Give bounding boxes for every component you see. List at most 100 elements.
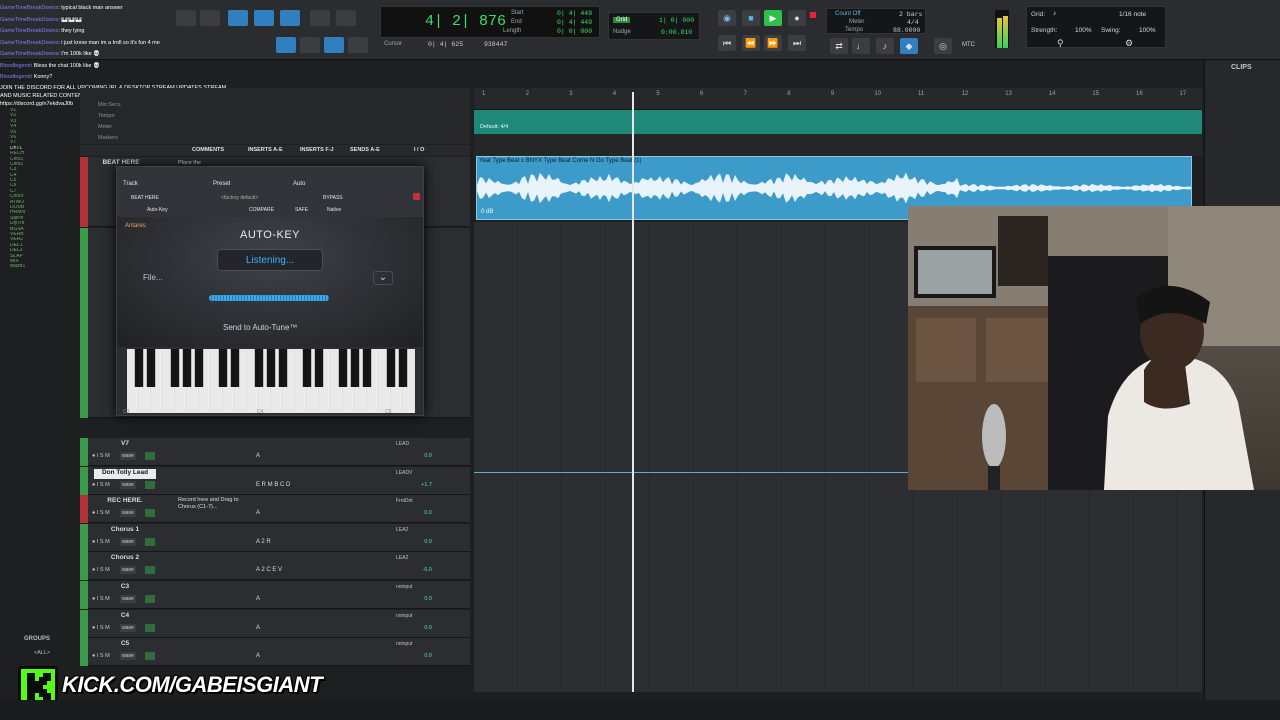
online-icon[interactable]: ◉ <box>718 10 736 26</box>
track-input[interactable]: noinput <box>396 584 432 590</box>
black-key[interactable] <box>386 349 396 387</box>
track-volume[interactable]: 0.0 <box>396 596 432 602</box>
end-button[interactable]: ⏭ <box>788 35 806 51</box>
track-view-select[interactable]: wave <box>120 595 136 603</box>
tempo-value[interactable]: 88.0000 <box>893 27 920 34</box>
track-inserts[interactable]: A <box>256 510 260 516</box>
track-view-select[interactable]: wave <box>120 537 136 546</box>
track-input[interactable]: LEA2 <box>396 555 432 561</box>
track-input[interactable]: noinput <box>396 613 432 619</box>
track-timebase-icon[interactable] <box>145 480 155 489</box>
chat-username[interactable]: GameTimeBreakDowns <box>0 5 58 11</box>
black-key[interactable] <box>218 349 228 387</box>
track-volume[interactable]: 0.0 <box>396 539 432 545</box>
start-value[interactable]: 0| 4| 449 <box>557 10 592 17</box>
grid-value[interactable]: 1| 0| 000 <box>659 17 694 24</box>
grid-nudge-box[interactable]: Grid 1| 0| 000 Nudge 0:00.010 <box>608 12 700 40</box>
track-row[interactable]: Chorus 2 ● I S M wave A 2 C E V LEA2 -6.0 <box>80 552 470 581</box>
track-view-select[interactable]: wave <box>120 566 136 575</box>
track-comment[interactable]: Record here and Drag to Chorus (C1-7)... <box>178 497 248 511</box>
online-sync-icon[interactable]: ◎ <box>934 38 952 54</box>
black-key[interactable] <box>350 349 360 387</box>
strength-value[interactable]: 100% <box>1075 27 1092 34</box>
track-row[interactable]: Don Tolly Lead ● I S M wave E R M B C D LEAD… <box>80 466 470 495</box>
tempo-ruler[interactable]: Default: 4/4 <box>474 110 1202 134</box>
metronome-icon[interactable]: ♩ <box>852 38 870 54</box>
send-to-autotune-button[interactable]: Send to Auto-Tune™ <box>223 323 297 332</box>
piano-keyboard[interactable] <box>127 349 415 413</box>
end-value[interactable]: 0| 4| 449 <box>557 19 592 26</box>
chat-username[interactable]: GameTimeBreakDowns <box>0 28 58 34</box>
midi-icon[interactable]: ♪ <box>876 38 894 54</box>
track-timebase-icon[interactable] <box>145 537 155 546</box>
file-button[interactable]: File... <box>143 273 163 282</box>
track-timebase-icon[interactable] <box>145 623 155 632</box>
track-row[interactable]: C5 ● I S M wave Anoinput 0.0 <box>80 638 470 667</box>
track-rsm-buttons[interactable]: ● I S M <box>92 596 110 602</box>
plugin-insert-select[interactable]: Auto-Key <box>147 207 168 213</box>
track-pan[interactable] <box>436 527 464 547</box>
track-name[interactable]: Don Tolly Lead <box>94 468 156 479</box>
rtz-button[interactable]: ⏮ <box>718 35 736 51</box>
pencil-tool-icon[interactable] <box>336 10 356 26</box>
inserts-ae-header[interactable]: INSERTS A-E <box>248 147 283 153</box>
nudge-label[interactable]: Nudge <box>613 29 631 35</box>
scrubber-tool-icon[interactable] <box>310 10 330 26</box>
black-key[interactable] <box>146 349 156 387</box>
qgrid-value[interactable]: 1/16 note <box>1119 11 1146 18</box>
track-rsm-buttons[interactable]: ● I S M <box>92 510 110 516</box>
black-key[interactable] <box>230 349 240 387</box>
black-key[interactable] <box>170 349 180 387</box>
groups-all-item[interactable]: <ALL> <box>34 650 50 656</box>
chat-username[interactable]: Bloodlegend <box>0 63 31 69</box>
record-button[interactable]: ● <box>788 10 806 26</box>
track-name[interactable]: Chorus 2 <box>94 554 156 564</box>
track-name[interactable]: C3 <box>94 583 156 593</box>
plugin-preset-select[interactable]: <factory default> <box>221 195 258 201</box>
track-pan[interactable] <box>436 555 464 575</box>
track-input[interactable]: LEA2 <box>396 527 432 533</box>
track-input[interactable]: LEAD <box>396 441 432 447</box>
native-button[interactable]: Native <box>327 207 341 213</box>
track-volume[interactable]: 0.0 <box>396 653 432 659</box>
track-timebase-icon[interactable] <box>145 652 155 661</box>
track-timebase-icon[interactable] <box>145 509 155 518</box>
track-pan[interactable] <box>436 641 464 661</box>
track-row[interactable]: V7 ● I S M wave A LEAD 0.0 <box>80 438 470 466</box>
mtc-label[interactable]: MTC <box>962 42 975 48</box>
chat-username[interactable]: GameTimeBreakDowns <box>0 17 58 23</box>
track-view-select[interactable]: wave <box>120 452 136 460</box>
bypass-button[interactable]: BYPASS <box>323 195 343 201</box>
track-pan[interactable] <box>436 584 464 604</box>
track-input[interactable]: FrntDnt <box>396 498 432 504</box>
black-key[interactable] <box>134 349 144 387</box>
playhead-cursor[interactable] <box>632 92 634 692</box>
track-name[interactable]: C5 <box>94 640 156 650</box>
track-name[interactable]: REC HERE. <box>94 497 156 507</box>
groups-panel[interactable]: GROUPS <ALL> <box>0 634 74 664</box>
chat-username[interactable]: Bloodlegend <box>0 74 31 80</box>
track-timebase-icon[interactable] <box>145 595 155 603</box>
black-key[interactable] <box>194 349 204 387</box>
black-key[interactable] <box>254 349 264 387</box>
compare-button[interactable]: COMPARE <box>249 207 274 213</box>
track-inserts[interactable]: A <box>256 453 260 459</box>
track-rsm-buttons[interactable]: ● I S M <box>92 653 110 659</box>
track-row[interactable]: REC HERE. ● I S M wave Record here and Drag… <box>80 495 470 524</box>
swing-value[interactable]: 100% <box>1139 27 1156 34</box>
sync-icon[interactable]: ◆ <box>900 38 918 54</box>
gear-icon[interactable]: ⚙ <box>1125 38 1133 49</box>
black-key[interactable] <box>398 349 408 387</box>
track-timebase-icon[interactable] <box>145 566 155 575</box>
track-input[interactable]: LEADV <box>396 470 432 476</box>
track-volume[interactable]: 0.0 <box>396 510 432 516</box>
track-row[interactable]: Chorus 1 ● I S M wave A 2 R LEA2 0.0 <box>80 523 470 552</box>
track-inserts[interactable]: A <box>256 596 260 602</box>
track-name[interactable]: C4 <box>94 612 156 622</box>
rewind-button[interactable]: ⏪ <box>742 35 760 51</box>
track-inserts[interactable]: E R M B C D <box>256 482 290 488</box>
markers-ruler[interactable] <box>474 134 1202 156</box>
length-value[interactable]: 0| 0| 000 <box>557 28 592 35</box>
countoff-label[interactable]: Count Off <box>835 11 861 17</box>
track-volume[interactable]: +1.7 <box>396 482 432 488</box>
